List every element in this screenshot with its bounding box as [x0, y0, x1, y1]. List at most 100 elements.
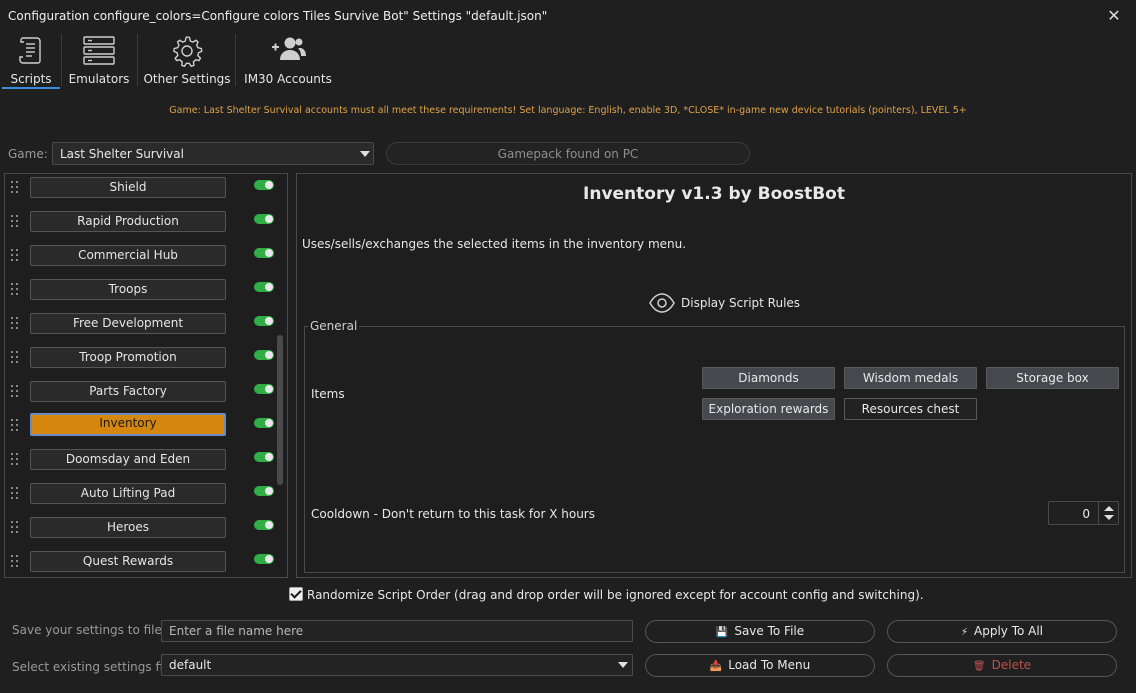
script-button-auto-lifting-pad[interactable]: Auto Lifting Pad [30, 483, 226, 504]
list-item[interactable]: Troop Promotion [5, 347, 277, 381]
tab-label: Other Settings [143, 72, 231, 86]
script-toggle[interactable] [254, 350, 274, 360]
script-toggle[interactable] [254, 452, 274, 462]
save-settings-label: Save your settings to file [12, 623, 162, 637]
cooldown-value: 0 [1082, 507, 1090, 521]
script-toggle[interactable] [254, 282, 274, 292]
list-item[interactable]: Auto Lifting Pad [5, 483, 277, 517]
list-scrollbar[interactable] [277, 335, 283, 485]
save-button-label: Save To File [734, 624, 805, 638]
item-wisdom-medals[interactable]: Wisdom medals [844, 367, 977, 389]
save-icon: 💾 [715, 627, 729, 638]
list-item[interactable]: Rapid Production [5, 211, 277, 245]
item-resources-chest[interactable]: Resources chest [844, 398, 977, 420]
drag-handle-icon[interactable] [11, 283, 19, 299]
item-diamonds[interactable]: Diamonds [702, 367, 835, 389]
script-toggle[interactable] [254, 214, 274, 224]
drag-handle-icon[interactable] [11, 249, 19, 265]
drag-handle-icon[interactable] [11, 215, 19, 231]
script-toggle[interactable] [254, 316, 274, 326]
tab-im30-accounts[interactable]: IM30 Accounts [243, 34, 333, 90]
general-group-label: General [308, 319, 360, 333]
file-name-input[interactable] [161, 620, 633, 642]
script-toggle[interactable] [254, 180, 274, 190]
randomize-checkbox[interactable] [289, 587, 303, 601]
item-exploration-rewards[interactable]: Exploration rewards [702, 398, 835, 420]
load-to-menu-button[interactable]: 📥 Load To Menu [645, 654, 875, 677]
settings-file-value: default [169, 658, 212, 672]
script-button-inventory[interactable]: Inventory [30, 413, 226, 436]
script-button-rapid-production[interactable]: Rapid Production [30, 211, 226, 232]
chevron-down-icon[interactable] [1104, 515, 1114, 520]
window-title: Configuration configure_colors=Configure… [8, 9, 548, 23]
randomize-label: Randomize Script Order (drag and drop or… [307, 588, 924, 602]
script-button-free-development[interactable]: Free Development [30, 313, 226, 334]
list-item[interactable]: Quest Rewards [5, 551, 277, 577]
active-tab-indicator [2, 87, 60, 89]
drag-handle-icon[interactable] [11, 487, 19, 503]
script-button-doomsday-and-eden[interactable]: Doomsday and Eden [30, 449, 226, 470]
script-title: Inventory v1.3 by BoostBot [583, 184, 845, 204]
gear-icon [170, 34, 204, 71]
tab-emulators[interactable]: Emulators [64, 34, 134, 90]
chevron-down-icon [618, 662, 628, 668]
tab-divider [61, 34, 62, 86]
apply-button-label: Apply To All [974, 624, 1044, 638]
general-group [304, 326, 1125, 573]
script-button-shield[interactable]: Shield [30, 177, 226, 198]
game-select-value: Last Shelter Survival [60, 147, 184, 161]
close-button[interactable]: ✕ [1104, 6, 1124, 26]
game-select[interactable]: Last Shelter Survival [52, 142, 374, 165]
script-button-commercial-hub[interactable]: Commercial Hub [30, 245, 226, 266]
script-toggle[interactable] [254, 554, 274, 564]
gamepack-status: Gamepack found on PC [386, 142, 750, 165]
script-button-quest-rewards[interactable]: Quest Rewards [30, 551, 226, 572]
list-item[interactable]: Heroes [5, 517, 277, 551]
drag-handle-icon[interactable] [11, 181, 19, 197]
cooldown-stepper[interactable]: 0 [1048, 501, 1119, 525]
cooldown-label: Cooldown - Don't return to this task for… [311, 507, 595, 521]
list-item[interactable]: Commercial Hub [5, 245, 277, 279]
items-label: Items [311, 387, 345, 401]
list-item[interactable]: Troops [5, 279, 277, 313]
settings-file-select[interactable]: default [161, 654, 633, 676]
load-button-label: Load To Menu [728, 658, 811, 672]
item-storage-box[interactable]: Storage box [986, 367, 1119, 389]
drag-handle-icon[interactable] [11, 351, 19, 367]
save-to-file-button[interactable]: 💾 Save To File [645, 620, 875, 643]
script-list[interactable]: Shield Rapid Production Commercial Hub T… [4, 173, 288, 578]
script-toggle[interactable] [254, 486, 274, 496]
script-button-troops[interactable]: Troops [30, 279, 226, 300]
game-label: Game: [8, 147, 48, 161]
drag-handle-icon[interactable] [11, 453, 19, 469]
tab-label: Emulators [68, 72, 130, 86]
delete-button[interactable]: 🗑 Delete [887, 654, 1117, 677]
requirements-warning: Game: Last Shelter Survival accounts mus… [169, 105, 967, 116]
list-item[interactable]: Inventory [5, 413, 277, 447]
drag-handle-icon[interactable] [11, 385, 19, 401]
tab-other-settings[interactable]: Other Settings [142, 34, 232, 90]
list-item[interactable]: Free Development [5, 313, 277, 347]
apply-to-all-button[interactable]: ⚡ Apply To All [887, 620, 1117, 643]
stepper-buttons[interactable] [1098, 502, 1118, 524]
script-button-heroes[interactable]: Heroes [30, 517, 226, 538]
list-item[interactable]: Shield [5, 177, 277, 211]
script-toggle[interactable] [254, 248, 274, 258]
tab-scripts[interactable]: Scripts [4, 34, 58, 90]
list-item[interactable]: Doomsday and Eden [5, 449, 277, 483]
drag-handle-icon[interactable] [11, 555, 19, 571]
rules-link-label: Display Script Rules [681, 296, 801, 310]
tab-divider [235, 34, 236, 86]
eye-icon [649, 292, 675, 317]
drag-handle-icon[interactable] [11, 521, 19, 537]
script-button-parts-factory[interactable]: Parts Factory [30, 381, 226, 402]
script-toggle[interactable] [254, 384, 274, 394]
drag-handle-icon[interactable] [11, 419, 19, 435]
scroll-icon [18, 34, 44, 69]
list-item[interactable]: Parts Factory [5, 381, 277, 415]
drag-handle-icon[interactable] [11, 317, 19, 333]
script-toggle[interactable] [254, 418, 274, 428]
chevron-up-icon[interactable] [1104, 506, 1114, 511]
script-toggle[interactable] [254, 520, 274, 530]
script-button-troop-promotion[interactable]: Troop Promotion [30, 347, 226, 368]
